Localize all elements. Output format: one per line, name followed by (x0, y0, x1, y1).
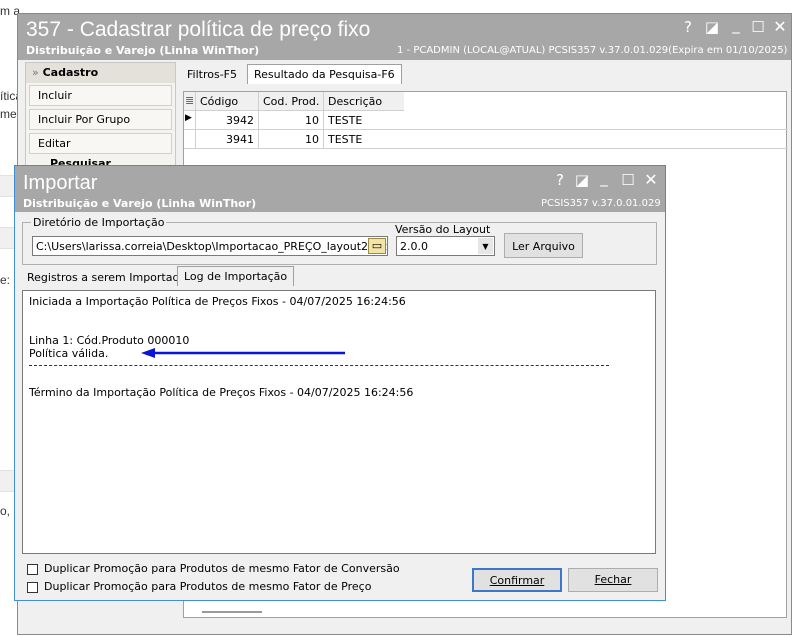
cell-cod-prod: 10 (259, 111, 324, 130)
column-header-cod-prod[interactable]: Cod. Prod. (259, 92, 324, 111)
sidebar-header-label: Cadastro (42, 66, 99, 79)
directory-input[interactable]: C:\Users\larissa.correia\Desktop\Importa… (32, 236, 388, 256)
help-icon[interactable]: ? (551, 171, 569, 189)
fechar-button[interactable]: Fechar (568, 568, 658, 592)
background-text: o, (0, 504, 11, 518)
checkbox-fator-preco-label: Duplicar Promoção para Produtos de mesmo… (44, 580, 372, 593)
minimize-icon[interactable]: _ (727, 16, 745, 34)
import-dialog: Importar Distribuição e Varejo (Linha Wi… (14, 165, 666, 601)
chevron-down-icon[interactable]: ▼ (478, 238, 493, 254)
layout-version-value: 2.0.0 (400, 240, 428, 253)
dialog-info: PCSIS357 v.37.0.01.029 (541, 198, 661, 209)
cell-descricao: TESTE (324, 111, 788, 130)
dialog-titlebar[interactable]: Importar Distribuição e Varejo (Linha Wi… (15, 166, 665, 212)
confirmar-button[interactable]: Confirmar (472, 568, 562, 592)
grid-scrollbar[interactable] (202, 611, 262, 613)
double-chevron-icon: » (32, 66, 39, 79)
incluir-por-grupo-button[interactable]: Incluir Por Grupo (29, 109, 172, 130)
log-separator (29, 365, 609, 366)
checkbox-fator-conversao[interactable] (27, 564, 38, 575)
log-end-line: Término da Importação Política de Preços… (29, 386, 414, 399)
close-icon[interactable]: ✕ (642, 170, 660, 189)
column-header-codigo[interactable]: Código (196, 92, 259, 111)
checkbox-fator-conversao-label: Duplicar Promoção para Produtos de mesmo… (44, 562, 400, 575)
main-titlebar[interactable]: 357 - Cadastrar política de preço fixo D… (18, 14, 791, 60)
cell-codigo: 3942 (196, 111, 259, 130)
grid-menu-icon[interactable]: ≣ (184, 92, 196, 111)
cell-cod-prod: 10 (259, 130, 324, 149)
restore-icon[interactable]: ◪ (573, 171, 591, 189)
log-line-product: Linha 1: Cód.Produto 000010 (29, 334, 190, 347)
fechar-label: Fechar (594, 573, 632, 586)
restore-icon[interactable]: ◪ (703, 18, 721, 36)
help-icon[interactable]: ? (679, 18, 697, 36)
layout-version-label: Versão do Layout (395, 223, 491, 236)
arrow-annotation-icon (141, 348, 345, 358)
maximize-icon[interactable]: ☐ (619, 171, 637, 189)
tab-registros-importados[interactable]: Registros a serem Importados (21, 268, 198, 288)
tab-resultado-pesquisa[interactable]: Resultado da Pesquisa-F6 (247, 64, 402, 84)
log-line-valid: Política válida. (29, 347, 109, 360)
ler-arquivo-label: Ler Arquivo (512, 240, 575, 253)
import-log[interactable]: Iniciada a Importação Política de Preços… (22, 290, 656, 554)
cell-descricao: TESTE (324, 130, 788, 149)
row-indicator (184, 130, 196, 149)
window-info: 1 - PCADMIN (LOCAL@ATUAL) PCSIS357 v.37.… (397, 45, 788, 56)
cell-codigo: 3941 (196, 130, 259, 149)
background-text: e: (0, 273, 11, 287)
sidebar-header[interactable]: » Cadastro (26, 63, 175, 83)
dialog-title: Importar (23, 172, 98, 194)
incluir-button[interactable]: Incluir (29, 85, 172, 106)
window-title: 357 - Cadastrar política de preço fixo (26, 18, 371, 41)
column-header-descricao[interactable]: Descrição (324, 92, 404, 111)
checkbox-fator-preco[interactable] (27, 582, 38, 593)
import-directory-label: Diretório de Importação (31, 216, 167, 229)
tab-filtros[interactable]: Filtros-F5 (181, 65, 243, 85)
tab-log-importacao[interactable]: Log de Importação (177, 266, 295, 286)
dialog-subtitle: Distribuição e Varejo (Linha WinThor) (23, 197, 257, 210)
folder-open-icon[interactable]: ▭ (368, 238, 386, 254)
row-indicator-icon: ▶ (184, 111, 196, 130)
editar-button[interactable]: Editar (29, 133, 172, 154)
maximize-icon[interactable]: ☐ (749, 18, 767, 36)
confirmar-label: Confirmar (489, 574, 545, 587)
window-subtitle: Distribuição e Varejo (Linha WinThor) (26, 44, 260, 57)
close-icon[interactable]: ✕ (771, 17, 789, 36)
log-start-line: Iniciada a Importação Política de Preços… (29, 295, 406, 308)
ler-arquivo-button[interactable]: Ler Arquivo (504, 233, 583, 258)
minimize-icon[interactable]: _ (595, 169, 613, 187)
background-text: me (0, 107, 17, 121)
